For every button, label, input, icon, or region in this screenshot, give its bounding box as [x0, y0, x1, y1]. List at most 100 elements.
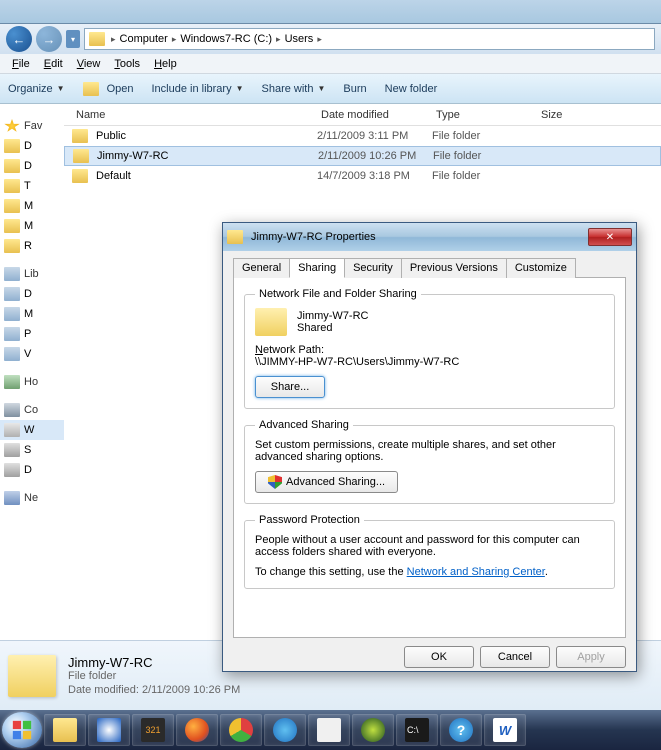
column-name[interactable]: Name [72, 109, 317, 121]
column-size[interactable]: Size [537, 109, 597, 121]
chevron-down-icon: ▼ [317, 84, 325, 93]
drive-icon [4, 463, 20, 477]
properties-dialog: Jimmy-W7-RC Properties ✕ General Sharing… [222, 222, 637, 672]
sidebar-item[interactable]: P [0, 324, 64, 344]
sidebar-item[interactable]: T [0, 176, 64, 196]
tab-previous-versions[interactable]: Previous Versions [401, 258, 507, 278]
library-icon [4, 287, 20, 301]
mpc-icon: 321 [141, 718, 165, 742]
sidebar-item[interactable]: V [0, 344, 64, 364]
dialog-titlebar[interactable]: Jimmy-W7-RC Properties ✕ [223, 223, 636, 251]
folder-icon [4, 179, 20, 193]
share-button[interactable]: Share... [255, 376, 325, 398]
group-legend: Network File and Folder Sharing [255, 288, 421, 300]
chevron-right-icon: ▸ [276, 34, 281, 45]
taskbar-explorer[interactable] [44, 714, 86, 746]
chevron-right-icon: ▸ [317, 34, 322, 45]
start-button[interactable] [2, 712, 42, 748]
taskbar-ie[interactable] [264, 714, 306, 746]
back-button[interactable]: ← [6, 26, 32, 52]
sidebar-item[interactable]: S [0, 440, 64, 460]
taskbar-app2[interactable] [352, 714, 394, 746]
command-bar: Organize ▼ Open Include in library ▼ Sha… [0, 74, 661, 104]
taskbar-cmd[interactable]: C:\ [396, 714, 438, 746]
nav-history-dropdown[interactable]: ▾ [66, 30, 80, 48]
sidebar-item[interactable]: D [0, 136, 64, 156]
tab-security[interactable]: Security [344, 258, 402, 278]
cancel-button[interactable]: Cancel [480, 646, 550, 668]
organize-button[interactable]: Organize ▼ [8, 83, 65, 95]
file-row[interactable]: Public 2/11/2009 3:11 PMFile folder [64, 126, 661, 146]
libraries-icon [4, 267, 20, 281]
taskbar-mpc[interactable]: 321 [132, 714, 174, 746]
chrome-icon [229, 718, 253, 742]
taskbar-chrome[interactable] [220, 714, 262, 746]
advanced-sharing-text: Set custom permissions, create multiple … [255, 439, 604, 463]
close-button[interactable]: ✕ [588, 228, 632, 246]
shared-folder-icon [255, 308, 287, 336]
menu-edit[interactable]: Edit [38, 56, 69, 72]
file-row[interactable]: Default 14/7/2009 3:18 PMFile folder [64, 166, 661, 186]
network-sharing-center-link[interactable]: Network and Sharing Center [407, 566, 545, 578]
menu-tools[interactable]: Tools [108, 56, 146, 72]
breadcrumb[interactable]: Computer [118, 33, 170, 45]
taskbar-word[interactable]: W [484, 714, 526, 746]
taskbar-firefox[interactable] [176, 714, 218, 746]
sidebar-item[interactable]: D [0, 284, 64, 304]
tab-customize[interactable]: Customize [506, 258, 576, 278]
tab-panel-sharing: Network File and Folder Sharing Jimmy-W7… [233, 278, 626, 638]
folder-icon [4, 199, 20, 213]
burn-button[interactable]: Burn [343, 83, 366, 95]
word-icon: W [493, 718, 517, 742]
dialog-buttons: OK Cancel Apply [233, 646, 626, 668]
folder-icon [73, 149, 89, 163]
menu-view[interactable]: View [71, 56, 107, 72]
open-button[interactable]: Open [83, 82, 134, 96]
menu-file[interactable]: File [6, 56, 36, 72]
network-group[interactable]: Ne [0, 488, 64, 508]
column-date[interactable]: Date modified [317, 109, 432, 121]
network-sharing-group: Network File and Folder Sharing Jimmy-W7… [244, 288, 615, 409]
breadcrumb[interactable]: Windows7-RC (C:) [178, 33, 274, 45]
shield-icon [268, 475, 282, 489]
sidebar-item[interactable]: D [0, 156, 64, 176]
network-path: \\JIMMY-HP-W7-RC\Users\Jimmy-W7-RC [255, 356, 604, 368]
ok-button[interactable]: OK [404, 646, 474, 668]
folder-icon [72, 129, 88, 143]
address-bar[interactable]: ▸ Computer ▸ Windows7-RC (C:) ▸ Users ▸ [84, 28, 655, 50]
app-icon [361, 718, 385, 742]
forward-button[interactable]: → [36, 26, 62, 52]
sidebar-item[interactable]: M [0, 216, 64, 236]
password-protection-group: Password Protection People without a use… [244, 514, 615, 589]
drive-icon [4, 443, 20, 457]
homegroup-group[interactable]: Ho [0, 372, 64, 392]
file-row[interactable]: Jimmy-W7-RC 2/11/2009 10:26 PMFile folde… [64, 146, 661, 166]
computer-group[interactable]: Co [0, 400, 64, 420]
taskbar-app[interactable] [308, 714, 350, 746]
libraries-group[interactable]: Lib [0, 264, 64, 284]
sidebar-item[interactable]: M [0, 196, 64, 216]
breadcrumb[interactable]: Users [283, 33, 316, 45]
share-status: Shared [297, 322, 368, 334]
menu-help[interactable]: Help [148, 56, 183, 72]
sidebar-item[interactable]: D [0, 460, 64, 480]
taskbar-help[interactable]: ? [440, 714, 482, 746]
sidebar-item[interactable]: W [0, 420, 64, 440]
advanced-sharing-button[interactable]: Advanced Sharing... [255, 471, 398, 493]
share-with-button[interactable]: Share with ▼ [262, 83, 326, 95]
column-type[interactable]: Type [432, 109, 537, 121]
taskbar-mediaplayer[interactable] [88, 714, 130, 746]
window-titlebar [0, 0, 661, 24]
sidebar-item[interactable]: M [0, 304, 64, 324]
folder-icon [4, 219, 20, 233]
library-icon [4, 307, 20, 321]
apply-button[interactable]: Apply [556, 646, 626, 668]
chevron-down-icon: ▼ [57, 84, 65, 93]
favorites-group[interactable]: Fav [0, 116, 64, 136]
sidebar-item[interactable]: R [0, 236, 64, 256]
new-folder-button[interactable]: New folder [385, 83, 438, 95]
tab-general[interactable]: General [233, 258, 290, 278]
folder-icon [8, 655, 56, 697]
include-library-button[interactable]: Include in library ▼ [151, 83, 243, 95]
tab-sharing[interactable]: Sharing [289, 258, 345, 278]
